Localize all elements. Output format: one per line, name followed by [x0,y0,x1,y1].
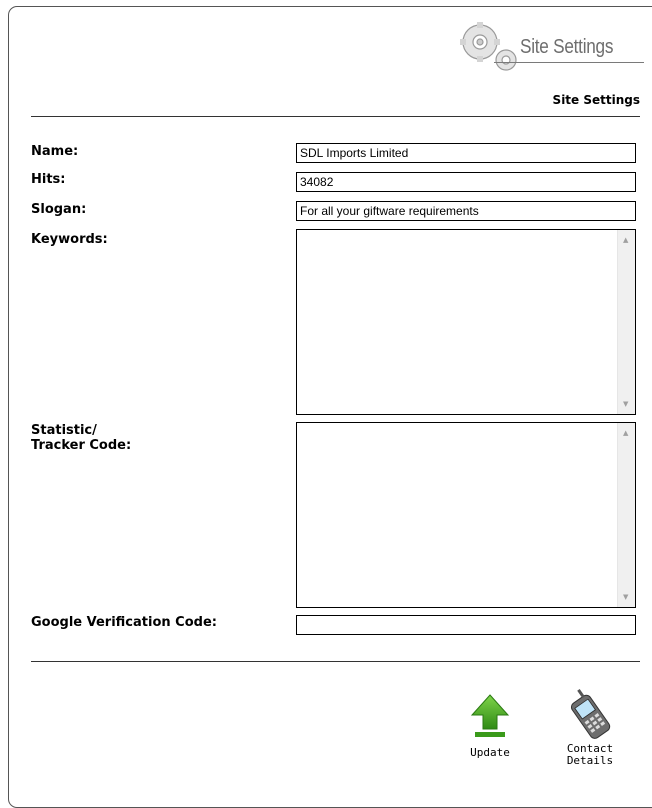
statistic-label: Statistic/ Tracker Code: [31,423,131,453]
section-title: Site Settings [552,93,640,107]
scroll-up-arrow-icon[interactable]: ▲ [623,429,628,437]
gears-icon [460,22,517,71]
slogan-label: Slogan: [31,202,87,217]
upload-arrow-icon [470,694,510,737]
scroll-up-arrow-icon[interactable]: ▲ [623,236,628,244]
scroll-down-arrow-icon[interactable]: ▼ [623,400,628,408]
contact-details-button[interactable]: Contact Details [556,688,624,767]
statistic-label-line1: Statistic/ [31,423,97,438]
divider-bottom [31,661,640,662]
keywords-label: Keywords: [31,232,108,247]
google-verification-label: Google Verification Code: [31,615,217,630]
header-underline [494,62,644,63]
update-button[interactable]: Update [455,693,525,759]
hits-field[interactable]: 34082 [296,172,636,192]
tracker-code-textarea[interactable]: ▲ ▼ [296,422,636,608]
update-label: Update [470,746,510,759]
tracker-scrollbar[interactable]: ▲ ▼ [617,423,635,607]
keywords-textarea[interactable]: ▲ ▼ [296,229,636,415]
google-verification-field[interactable] [296,615,636,635]
divider-top [31,116,640,117]
name-label: Name: [31,144,79,159]
keywords-scrollbar[interactable]: ▲ ▼ [617,230,635,414]
slogan-field[interactable]: For all your giftware requirements [296,201,636,221]
mobile-phone-icon [570,689,611,739]
name-field[interactable]: SDL Imports Limited [296,143,636,163]
header-title: Site Settings [520,36,614,58]
hits-label: Hits: [31,172,66,187]
statistic-label-line2: Tracker Code: [31,438,132,453]
contact-label-line2: Details [566,754,614,767]
scroll-down-arrow-icon[interactable]: ▼ [623,593,628,601]
